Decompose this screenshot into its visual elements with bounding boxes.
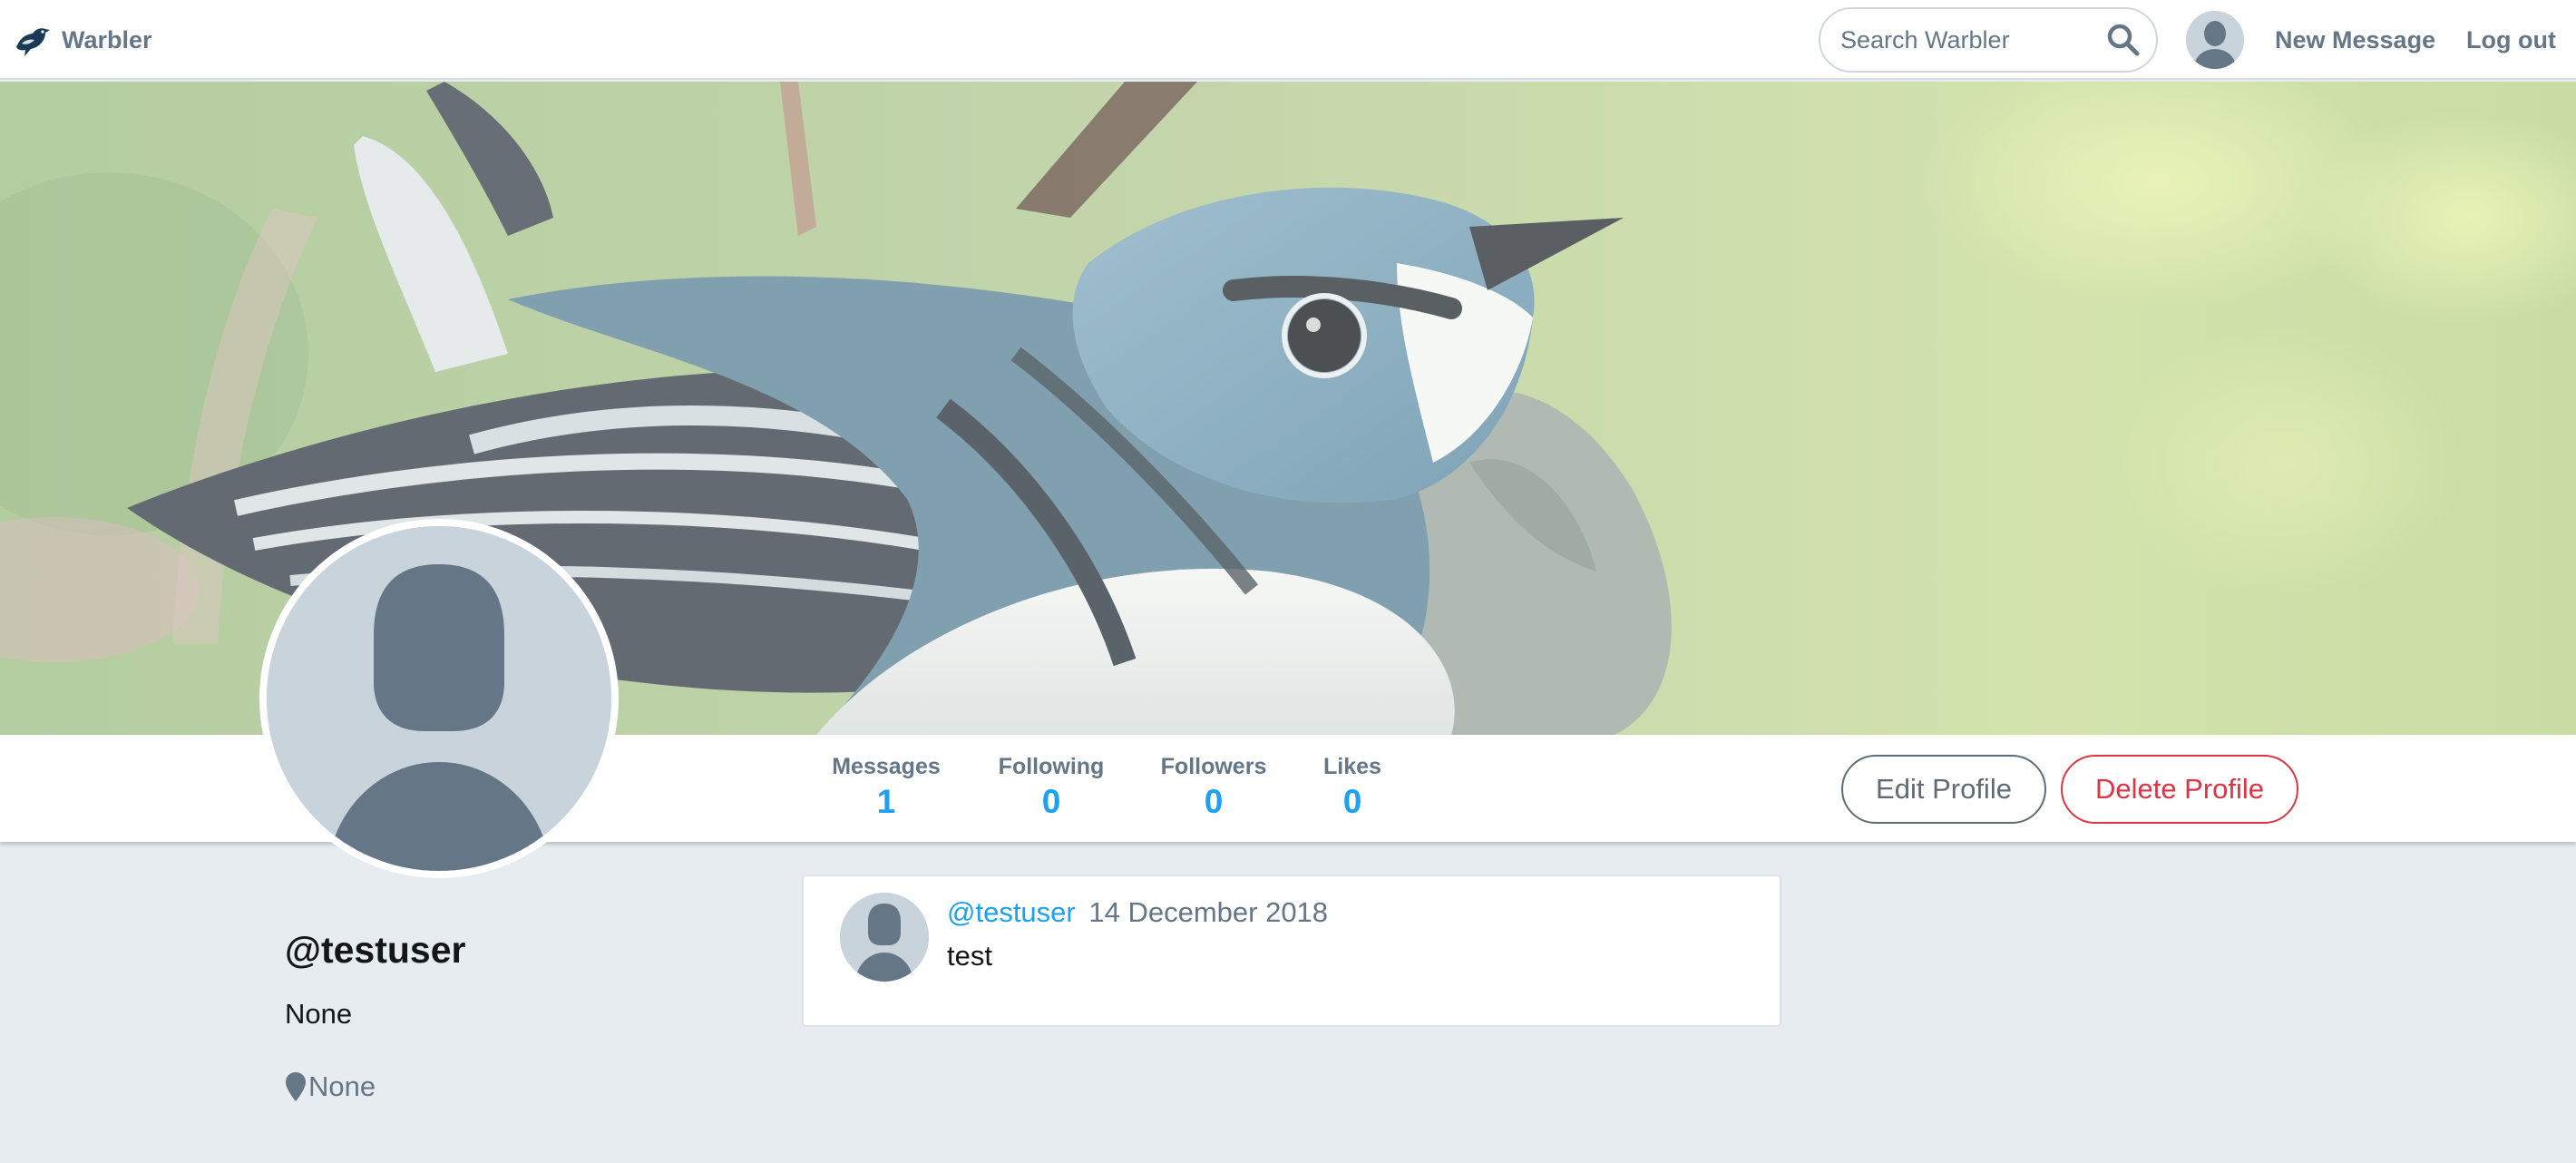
profile-avatar (259, 519, 619, 878)
new-message-link[interactable]: New Message (2275, 24, 2435, 56)
message-text: test (947, 940, 992, 972)
stat-label: Followers (1160, 754, 1267, 779)
message-date: 14 December 2018 (1088, 896, 1329, 928)
stat-value: 1 (876, 783, 896, 820)
stat-label: Following (998, 754, 1105, 779)
search-box (1819, 7, 2158, 73)
search-button[interactable] (2103, 20, 2143, 60)
default-user-icon (840, 893, 929, 982)
stat-following[interactable]: Following 0 (994, 753, 1108, 822)
message-header: @testuser 14 December 2018 (947, 894, 1328, 931)
stat-followers[interactable]: Followers 0 (1157, 753, 1270, 822)
profile-location: None (285, 1070, 376, 1103)
brand-name: Warbler (62, 25, 152, 54)
logout-link[interactable]: Log out (2466, 24, 2556, 56)
stat-likes[interactable]: Likes 0 (1319, 753, 1386, 822)
stat-value: 0 (1041, 783, 1061, 820)
edit-profile-button[interactable]: Edit Profile (1841, 755, 2046, 824)
delete-profile-button[interactable]: Delete Profile (2061, 755, 2298, 824)
stat-label: Likes (1323, 754, 1381, 779)
stat-label: Messages (832, 754, 941, 779)
map-pin-icon (286, 1072, 306, 1101)
default-user-icon (267, 526, 611, 871)
message-author-link[interactable]: @testuser (947, 896, 1076, 928)
stat-messages[interactable]: Messages 1 (827, 753, 945, 822)
stat-value: 0 (1204, 783, 1224, 820)
profile-username: @testuser (285, 929, 466, 971)
warbler-bird-icon (16, 28, 50, 56)
message-author-avatar[interactable] (840, 893, 929, 982)
search-input[interactable] (1840, 18, 2094, 62)
brand-link[interactable]: Warbler (13, 16, 152, 64)
location-text: None (308, 1070, 376, 1102)
default-user-icon (2186, 11, 2244, 69)
profile-bio: None (285, 998, 353, 1030)
message-card[interactable]: @testuser 14 December 2018 test (802, 875, 1781, 1027)
nav-user-avatar[interactable] (2186, 11, 2244, 69)
top-navbar: Warbler New Message Log out (0, 0, 2576, 80)
stat-value: 0 (1342, 783, 1362, 820)
search-icon (2107, 24, 2140, 56)
